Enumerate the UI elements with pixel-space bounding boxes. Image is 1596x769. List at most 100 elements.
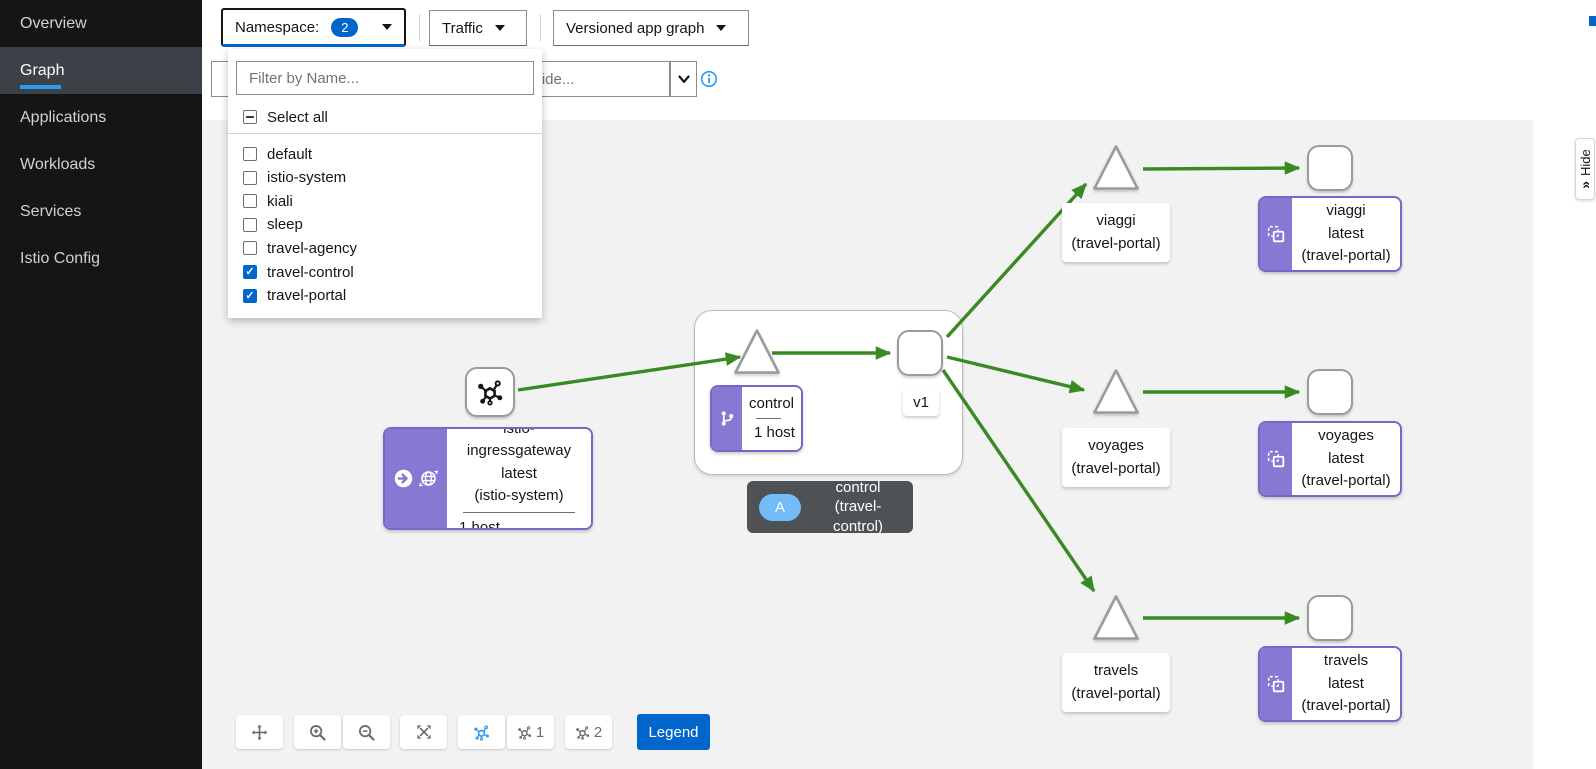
layout-2-button[interactable]: 2: [565, 715, 612, 749]
namespace-label: Namespace:: [235, 19, 319, 36]
traffic-dropdown-button[interactable]: Traffic: [429, 10, 527, 46]
sidebar-item-istio-config[interactable]: Istio Config: [0, 235, 202, 282]
workload-name: viaggi: [1298, 200, 1394, 223]
traffic-label: Traffic: [442, 20, 483, 37]
traffic-source-icon: [394, 469, 413, 488]
checkbox[interactable]: ✓: [243, 265, 257, 279]
hide-select-chevron-button[interactable]: [670, 61, 697, 97]
select-all-label: Select all: [267, 109, 328, 126]
mesh-icon: [575, 725, 590, 740]
checkbox[interactable]: ✓: [243, 241, 257, 255]
service-namespace: (travel-portal): [1070, 232, 1162, 255]
double-chevron-right-icon: »: [1577, 181, 1593, 189]
workload-node-voyages[interactable]: [1307, 369, 1353, 415]
mesh-icon: [476, 378, 504, 406]
service-node-viaggi[interactable]: [1091, 143, 1141, 192]
workload-version: latest: [1298, 448, 1394, 471]
checkbox[interactable]: ✓: [243, 147, 257, 161]
namespace-option-travel-portal[interactable]: ✓ travel-portal: [243, 284, 346, 308]
layout-1-button[interactable]: 1: [507, 715, 554, 749]
clone-icon: [1267, 450, 1285, 468]
option-label: istio-system: [267, 169, 346, 186]
service-name: viaggi: [1070, 209, 1162, 232]
namespace-option-default[interactable]: ✓ default: [243, 142, 312, 166]
checkbox[interactable]: ✓: [243, 171, 257, 185]
select-all-indeterminate-checkbox[interactable]: [243, 110, 257, 124]
service-node-voyages[interactable]: [1091, 367, 1141, 416]
sidebar-item-graph[interactable]: Graph: [0, 47, 202, 94]
sidebar-item-workloads[interactable]: Workloads: [0, 141, 202, 188]
info-icon[interactable]: [700, 70, 718, 88]
service-node-control[interactable]: [732, 327, 782, 376]
namespace-option-istio-system[interactable]: ✓ istio-system: [243, 166, 346, 190]
workload-label-travels[interactable]: travels latest (travel-portal): [1258, 646, 1402, 722]
label-divider: [756, 418, 781, 419]
option-label: travel-portal: [267, 287, 346, 304]
namespace-option-sleep[interactable]: ✓ sleep: [243, 213, 303, 237]
layout-2-label: 2: [594, 724, 602, 741]
host-count: 1 host: [453, 517, 585, 530]
zoom-in-button[interactable]: [294, 715, 341, 749]
app-badge-letter: A: [775, 499, 785, 516]
workload-label-voyages[interactable]: voyages latest (travel-portal): [1258, 421, 1402, 497]
service-label-viaggi[interactable]: viaggi (travel-portal): [1062, 203, 1170, 262]
workload-name: travels: [1298, 650, 1394, 673]
workload-node-viaggi[interactable]: [1307, 145, 1353, 191]
menu-divider: [228, 133, 542, 134]
layout-1-label: 1: [536, 724, 544, 741]
clone-icon: [1267, 675, 1285, 693]
workload-name: istio-ingressgateway: [453, 427, 585, 463]
option-label: default: [267, 146, 312, 163]
namespace-dropdown-panel: Select all ✓ default ✓ istio-system ✓ ki…: [228, 49, 542, 318]
sidebar-item-label: Istio Config: [20, 250, 100, 268]
checkbox[interactable]: ✓: [243, 194, 257, 208]
legend-button[interactable]: Legend: [637, 714, 710, 750]
checkbox[interactable]: ✓: [243, 218, 257, 232]
label-text: control 1 host: [742, 387, 801, 450]
workload-node-travels[interactable]: [1307, 595, 1353, 641]
service-namespace: (travel-portal): [1070, 457, 1162, 480]
service-label-voyages[interactable]: voyages (travel-portal): [1062, 428, 1170, 487]
service-name: voyages: [1070, 434, 1162, 457]
sidebar-item-label: Workloads: [20, 156, 95, 174]
badge-strip: [1260, 198, 1292, 270]
check-icon: ✓: [245, 290, 254, 302]
option-label: travel-control: [267, 264, 354, 281]
namespace-option-travel-control[interactable]: ✓ travel-control: [243, 260, 354, 284]
virtual-service-icon: [719, 410, 736, 427]
fit-to-screen-button[interactable]: [400, 715, 447, 749]
version-node-v1[interactable]: [897, 330, 943, 376]
chevron-down-icon: [382, 24, 392, 30]
graph-type-dropdown-button[interactable]: Versioned app graph: [553, 10, 749, 46]
mesh-icon: [517, 725, 532, 740]
app-badge: A: [759, 494, 801, 521]
sidebar-item-applications[interactable]: Applications: [0, 94, 202, 141]
checkbox[interactable]: ✓: [243, 289, 257, 303]
sidebar-item-label: Overview: [20, 15, 87, 33]
chevron-down-icon: [678, 75, 690, 84]
workload-version: latest: [1298, 223, 1394, 246]
pan-button[interactable]: [236, 715, 283, 749]
app-tooltip-control: A control (travel-control): [747, 481, 913, 533]
sidebar-item-label: Graph: [20, 62, 64, 80]
sidebar-item-overview[interactable]: Overview: [0, 0, 202, 47]
namespace-dropdown-button[interactable]: Namespace: 2: [221, 8, 406, 47]
option-label: travel-agency: [267, 240, 357, 257]
service-label-travels[interactable]: travels (travel-portal): [1062, 653, 1170, 712]
service-node-travels[interactable]: [1091, 593, 1141, 642]
namespace-option-kiali[interactable]: ✓ kiali: [243, 189, 293, 213]
sidebar-item-services[interactable]: Services: [0, 188, 202, 235]
cut-off-masthead-element: [1589, 16, 1596, 26]
select-all-row[interactable]: Select all: [243, 104, 328, 130]
workload-label-viaggi[interactable]: viaggi latest (travel-portal): [1258, 196, 1402, 272]
zoom-out-button[interactable]: [343, 715, 390, 749]
workload-label-istio-ingressgateway[interactable]: istio-ingressgateway latest (istio-syste…: [383, 427, 593, 530]
namespace-filter-input[interactable]: [236, 61, 534, 95]
layout-default-button[interactable]: [458, 715, 505, 749]
workload-node-istio-ingressgateway[interactable]: [465, 367, 515, 417]
sidebar-item-label: Services: [20, 203, 81, 221]
namespace-option-travel-agency[interactable]: ✓ travel-agency: [243, 236, 357, 260]
summary-panel-hide-tab[interactable]: » Hide: [1575, 138, 1595, 200]
label-text: travels latest (travel-portal): [1292, 648, 1400, 720]
service-label-control[interactable]: control 1 host: [710, 385, 803, 452]
